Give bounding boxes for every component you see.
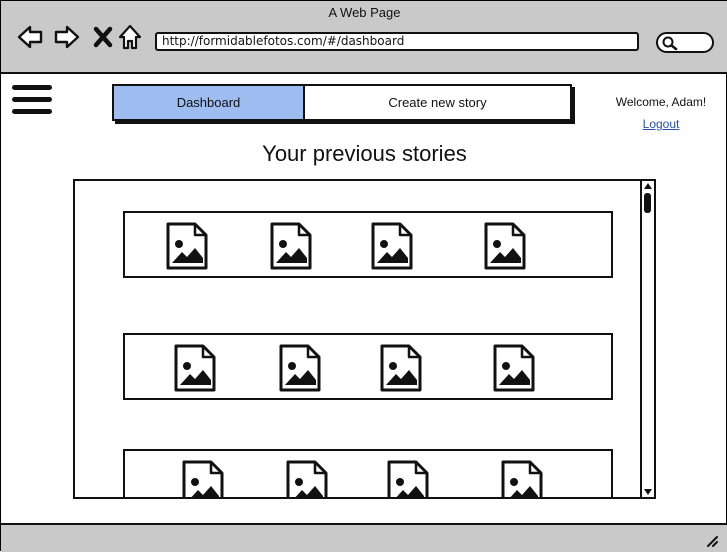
image-icon [173, 344, 217, 392]
vertical-scrollbar[interactable] [640, 181, 654, 497]
home-icon[interactable] [117, 23, 145, 51]
image-icon [285, 460, 329, 499]
tab-dashboard[interactable]: Dashboard [114, 86, 305, 119]
main-nav-tabs: Dashboard Create new story [112, 84, 572, 121]
image-icon [483, 222, 527, 270]
search-icon [662, 36, 678, 51]
stories-list[interactable] [73, 179, 656, 499]
image-icon [386, 460, 430, 499]
hamburger-menu-icon[interactable] [12, 85, 52, 121]
image-icon [269, 222, 313, 270]
browser-search-box[interactable] [656, 32, 714, 53]
image-icon [181, 460, 225, 499]
scroll-up-arrow-icon[interactable] [642, 181, 654, 191]
image-icon [492, 344, 536, 392]
window-title: A Web Page [328, 5, 401, 20]
url-bar[interactable]: http://formidablefotos.com/#/dashboard [155, 32, 639, 51]
story-row[interactable] [123, 333, 613, 400]
story-row[interactable] [123, 211, 613, 278]
logout-link[interactable]: Logout [621, 117, 701, 131]
browser-window: A Web Page http://formidablefotos.com/#/… [0, 0, 727, 552]
page-title: Your previous stories [262, 141, 467, 166]
tab-create-new-story[interactable]: Create new story [305, 86, 570, 119]
browser-statusbar [1, 523, 727, 552]
forward-arrow-icon[interactable] [53, 23, 81, 51]
image-icon [379, 344, 423, 392]
story-row[interactable] [123, 449, 613, 499]
scrollbar-thumb[interactable] [644, 193, 651, 213]
image-icon [165, 222, 209, 270]
scroll-down-arrow-icon[interactable] [642, 487, 654, 497]
image-icon [500, 460, 544, 499]
close-icon[interactable] [90, 23, 118, 51]
image-icon [278, 344, 322, 392]
welcome-message: Welcome, Adam! [615, 95, 707, 109]
resize-grip-icon[interactable] [704, 533, 718, 547]
browser-titlebar: A Web Page http://formidablefotos.com/#/… [1, 1, 727, 74]
image-icon [370, 222, 414, 270]
back-arrow-icon[interactable] [16, 23, 44, 51]
